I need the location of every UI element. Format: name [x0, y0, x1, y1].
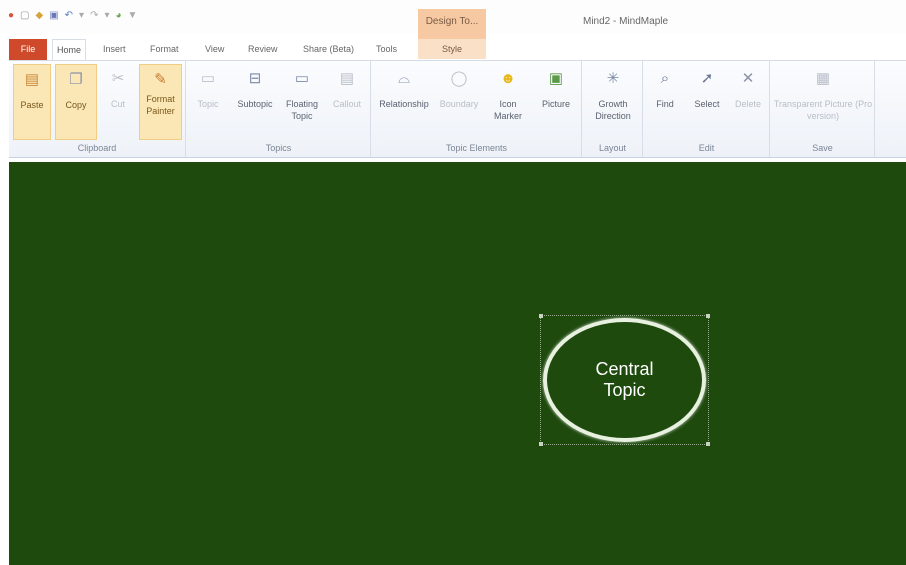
growth-direction-icon: ✳	[606, 70, 620, 87]
group-label-layout: Layout	[598, 143, 627, 153]
save-icon[interactable]: ▣	[49, 10, 58, 22]
delete-icon: ✕	[741, 70, 755, 87]
transparent-picture-label: Transparent Picture (Pro version)	[773, 99, 873, 121]
transparent-picture-icon: ▦	[815, 70, 831, 87]
copy-button[interactable]: ❐ Copy	[55, 64, 97, 140]
copy-icon: ❐	[69, 71, 83, 88]
delete-label: Delete	[734, 99, 761, 109]
redo-dropdown-icon[interactable]: ▾	[104, 10, 109, 22]
redo-icon[interactable]: ↷	[90, 10, 98, 22]
ribbon-tabs: File Home Insert Format View Review Shar…	[0, 39, 906, 60]
undo-dropdown-icon[interactable]: ▾	[79, 10, 84, 22]
mind-map-canvas[interactable]: Central Topic	[9, 162, 906, 565]
find-icon: ⌕	[660, 70, 670, 87]
boundary-button[interactable]: ◯ Boundary	[436, 64, 482, 140]
relationship-label: Relationship	[379, 99, 429, 109]
floating-topic-button[interactable]: ▭ Floating Topic	[281, 64, 323, 140]
ribbon: ▤ Paste ❐ Copy ✂ Cut ✎ Format Painter Cl…	[9, 60, 906, 158]
group-layout: ✳ Growth Direction Layout	[583, 61, 643, 157]
group-label-edit: Edit	[698, 143, 715, 153]
contextual-tab-header: Design To...	[418, 9, 486, 39]
icon-marker-button[interactable]: ☻ Icon Marker	[486, 64, 530, 140]
tab-home[interactable]: Home	[52, 39, 87, 60]
subtopic-button[interactable]: ⊟ Subtopic	[233, 64, 277, 140]
relationship-button[interactable]: ⌓ Relationship	[374, 64, 434, 140]
growth-direction-label: Growth Direction	[595, 99, 631, 121]
transparent-picture-button[interactable]: ▦ Transparent Picture (Pro version)	[773, 64, 873, 140]
cut-button[interactable]: ✂ Cut	[101, 64, 135, 140]
group-edit: ⌕ Find ➚ Select ✕ Delete Edit	[644, 61, 770, 157]
copy-label: Copy	[65, 100, 87, 110]
boundary-icon: ◯	[450, 70, 468, 87]
group-label-topic-elements: Topic Elements	[445, 143, 508, 153]
find-label: Find	[656, 99, 674, 109]
subtopic-label: Subtopic	[237, 99, 273, 109]
floating-topic-label: Floating Topic	[285, 99, 319, 121]
picture-button[interactable]: ▣ Picture	[536, 64, 576, 140]
tab-tools[interactable]: Tools	[372, 39, 401, 60]
group-label-topics: Topics	[265, 143, 292, 153]
new-icon[interactable]: ▢	[20, 10, 29, 22]
window-title: Mind2 - MindMaple	[583, 16, 669, 27]
paste-icon: ▤	[24, 71, 40, 88]
paste-button[interactable]: ▤ Paste	[13, 64, 51, 140]
subtopic-icon: ⊟	[248, 70, 262, 87]
group-topic-elements: ⌓ Relationship ◯ Boundary ☻ Icon Marker …	[372, 61, 582, 157]
format-painter-button[interactable]: ✎ Format Painter	[139, 64, 182, 140]
tab-file[interactable]: File	[9, 39, 47, 60]
quick-access-toolbar: ● ▢ ◆ ▣ ↶ ▾ ↷ ▾ ◕ ▼	[8, 10, 137, 22]
tab-format[interactable]: Format	[146, 39, 183, 60]
callout-label: Callout	[332, 99, 361, 109]
tab-insert[interactable]: Insert	[99, 39, 130, 60]
delete-button[interactable]: ✕ Delete	[730, 64, 766, 140]
format-painter-icon: ✎	[154, 71, 167, 88]
topic-label: Topic	[197, 99, 219, 109]
cut-label: Cut	[110, 99, 125, 109]
group-topics: ▭ Topic ⊟ Subtopic ▭ Floating Topic ▤ Ca…	[187, 61, 371, 157]
group-clipboard: ▤ Paste ❐ Copy ✂ Cut ✎ Format Painter Cl…	[9, 61, 186, 157]
topic-icon: ▭	[200, 70, 216, 87]
growth-direction-button[interactable]: ✳ Growth Direction	[587, 64, 639, 140]
floating-topic-icon: ▭	[294, 70, 310, 87]
tab-review[interactable]: Review	[244, 39, 282, 60]
group-save: ▦ Transparent Picture (Pro version) Save	[771, 61, 875, 157]
undo-icon[interactable]: ↶	[65, 10, 73, 22]
customize-icon[interactable]: ▼	[128, 10, 138, 22]
boundary-label: Boundary	[439, 99, 479, 109]
topic-button[interactable]: ▭ Topic	[193, 64, 223, 140]
paste-label: Paste	[20, 100, 44, 110]
smiley-icon: ☻	[500, 70, 516, 87]
find-button[interactable]: ⌕ Find	[648, 64, 682, 140]
app-logo-icon[interactable]: ●	[8, 10, 14, 22]
select-cursor-icon: ➚	[700, 70, 714, 87]
contextual-header-label: Design To...	[425, 16, 479, 27]
central-topic-label: Central Topic	[595, 359, 654, 400]
select-button[interactable]: ➚ Select	[688, 64, 726, 140]
format-painter-label: Format Painter	[146, 94, 175, 116]
icon-marker-label: Icon Marker	[493, 99, 522, 121]
central-topic[interactable]: Central Topic	[543, 318, 706, 442]
callout-icon: ▤	[339, 70, 355, 87]
tab-share-beta[interactable]: Share (Beta)	[299, 39, 358, 60]
callout-button[interactable]: ▤ Callout	[327, 64, 367, 140]
relationship-icon: ⌓	[398, 70, 410, 87]
picture-label: Picture	[541, 99, 570, 109]
group-label-save: Save	[812, 143, 833, 153]
group-label-clipboard: Clipboard	[77, 143, 117, 153]
open-icon[interactable]: ◆	[36, 10, 44, 22]
sync-icon[interactable]: ◕	[116, 10, 122, 22]
picture-icon: ▣	[548, 70, 564, 87]
cut-icon: ✂	[111, 70, 125, 87]
tab-view[interactable]: View	[201, 39, 228, 60]
select-label: Select	[694, 99, 720, 109]
